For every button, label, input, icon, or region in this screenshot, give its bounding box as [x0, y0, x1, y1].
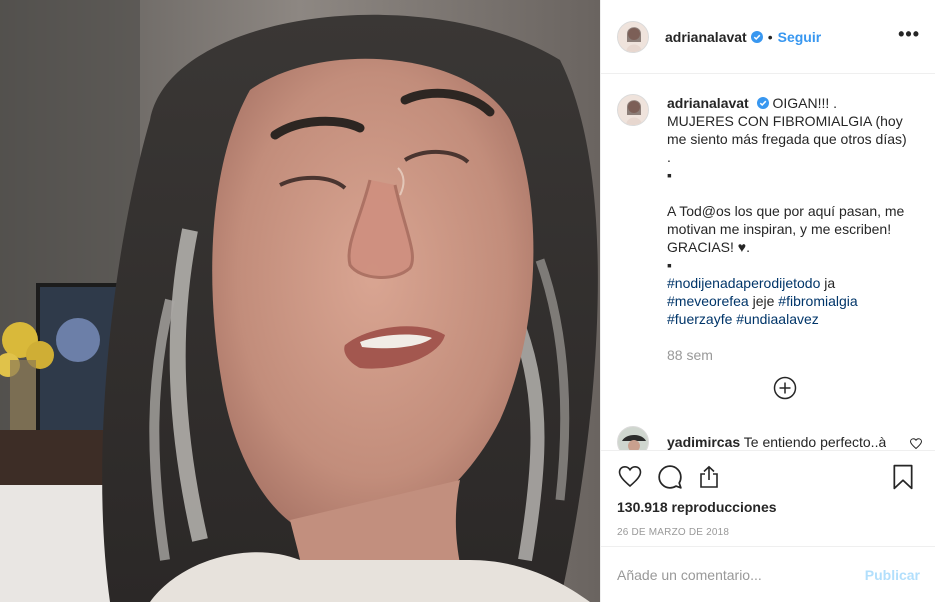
caption-word: ja: [820, 275, 836, 291]
post-header: adrianalavat • Seguir •••: [601, 0, 935, 74]
post-date[interactable]: 26 DE MARZO DE 2018: [617, 527, 920, 538]
comment-text: yadimircas Te entiendo perfecto..à: [667, 434, 886, 450]
like-button[interactable]: [617, 463, 645, 491]
commenter-username[interactable]: yadimircas: [667, 434, 740, 450]
add-comment-bar: Publicar: [601, 546, 935, 602]
comment-item: yadimircas Te entiendo perfecto..à: [617, 426, 922, 450]
verified-badge-icon: [750, 30, 763, 43]
caption-line: .: [667, 149, 671, 165]
bookmark-icon: [893, 464, 913, 490]
follow-button[interactable]: Seguir: [778, 29, 822, 45]
heart-icon[interactable]: [910, 438, 922, 450]
hashtag-link[interactable]: #fuerzayfe: [667, 311, 732, 327]
heart-icon: [618, 465, 642, 488]
author-username[interactable]: adrianalavat: [665, 29, 747, 45]
share-icon: [700, 465, 718, 488]
caption-word: jeje: [748, 293, 779, 309]
comments-list[interactable]: adrianalavat OIGAN!!! . MUJERES CON FIBR…: [601, 74, 935, 450]
view-count[interactable]: 130.918 reproducciones: [617, 499, 920, 515]
save-button[interactable]: [892, 463, 920, 491]
author-avatar[interactable]: [617, 20, 649, 53]
publish-button[interactable]: Publicar: [865, 567, 920, 583]
comment-body: Te entiendo perfecto..à: [740, 434, 887, 450]
post-video[interactable]: [0, 0, 600, 602]
caption-line: ▪: [667, 257, 672, 273]
action-icons: [617, 451, 920, 503]
post-details-panel: adrianalavat • Seguir ••• adrianalavat O…: [600, 0, 935, 602]
caption-author-avatar[interactable]: [617, 94, 649, 126]
hashtag-link[interactable]: #undiaalavez: [736, 311, 819, 327]
comment-icon: [658, 465, 682, 489]
add-circle-icon[interactable]: [773, 376, 797, 400]
separator-dot: •: [767, 28, 773, 45]
caption-line: A Tod@os los que por aquí pasan, me moti…: [667, 203, 905, 255]
post-actions: 130.918 reproducciones 26 DE MARZO DE 20…: [601, 450, 935, 538]
more-options-icon[interactable]: •••: [898, 24, 920, 45]
caption: adrianalavat OIGAN!!! . MUJERES CON FIBR…: [617, 94, 920, 364]
caption-username[interactable]: adrianalavat: [667, 95, 749, 111]
verified-badge-icon: [756, 97, 769, 109]
commenter-avatar[interactable]: [617, 426, 649, 450]
hashtag-link[interactable]: #fibromialgia: [778, 293, 857, 309]
caption-time[interactable]: 88 sem: [667, 346, 912, 364]
comment-button[interactable]: [657, 463, 685, 491]
hashtag-link[interactable]: #nodijenadaperodijetodo: [667, 275, 820, 291]
hashtag-link[interactable]: #meveorefea: [667, 293, 749, 309]
caption-line: MUJERES CON FIBROMIALGIA (hoy me siento …: [667, 113, 907, 147]
caption-line: ▪: [667, 167, 672, 183]
caption-line: OIGAN!!! .: [768, 95, 838, 111]
video-frame: [0, 0, 600, 602]
caption-text: adrianalavat OIGAN!!! . MUJERES CON FIBR…: [667, 94, 912, 364]
comment-input[interactable]: [617, 566, 865, 583]
share-button[interactable]: [697, 463, 725, 491]
